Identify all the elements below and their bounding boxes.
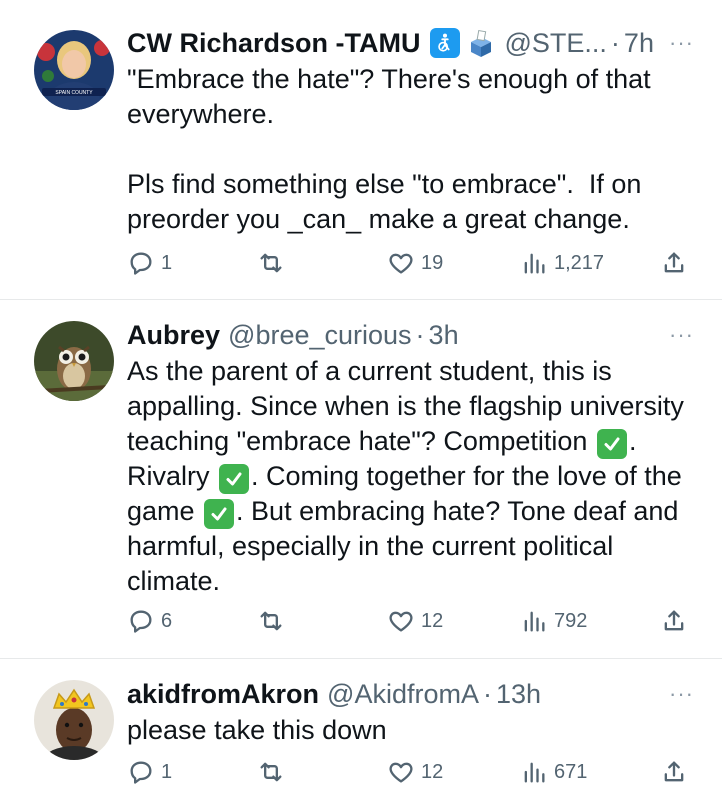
display-name[interactable]: akidfromAkron — [127, 679, 319, 710]
user-handle[interactable]: @AkidfromA — [327, 679, 479, 710]
check-mark-icon — [596, 429, 627, 459]
timestamp[interactable]: 3h — [429, 320, 459, 351]
retweet-button[interactable] — [257, 757, 291, 787]
display-name[interactable]: CW Richardson -TAMU — [127, 28, 420, 59]
views-count: 1,217 — [554, 251, 605, 274]
like-count: 12 — [421, 609, 444, 632]
tweet-header: Aubrey @bree_curious · 3h ··· — [127, 316, 694, 354]
share-button[interactable] — [660, 757, 688, 787]
tweet-header: CW Richardson -TAMU @STE... · 7h ··· — [127, 24, 694, 62]
share-icon — [664, 252, 684, 273]
user-handle[interactable]: @STE... — [504, 28, 606, 59]
reply-button[interactable]: 6 — [127, 606, 172, 636]
like-count: 19 — [421, 251, 444, 274]
retweet-icon — [260, 762, 282, 782]
more-icon[interactable]: ··· — [669, 30, 694, 56]
reply-count: 1 — [161, 760, 173, 783]
reply-icon — [130, 610, 152, 633]
heart-icon — [389, 762, 413, 783]
heart-icon — [389, 611, 413, 632]
timestamp[interactable]: 13h — [496, 679, 541, 710]
tweet-text: please take this down — [127, 715, 387, 745]
retweet-button[interactable] — [257, 606, 291, 636]
share-button[interactable] — [660, 248, 688, 278]
like-button[interactable]: 12 — [387, 606, 443, 636]
timestamp[interactable]: 7h — [624, 28, 654, 59]
tweet-2[interactable]: Aubrey @bree_curious · 3h ··· As the par… — [0, 300, 722, 659]
more-icon[interactable]: ··· — [669, 681, 694, 707]
retweet-button[interactable] — [257, 248, 291, 278]
views-button[interactable]: 792 — [520, 606, 587, 636]
share-icon — [664, 610, 684, 631]
avatar-cw-richardson[interactable]: SPAIN COUNTY — [34, 30, 114, 110]
views-icon — [524, 611, 545, 632]
tweet-actions: 1 12 671 — [127, 757, 697, 787]
tweet-header: akidfromAkron @AkidfromA · 13h ··· — [127, 675, 694, 713]
ballot-box-icon — [466, 28, 496, 58]
heart-icon — [389, 253, 413, 274]
avatar-image — [34, 321, 114, 401]
like-count: 12 — [421, 760, 444, 783]
separator-dot: · — [610, 27, 620, 58]
retweet-icon — [260, 253, 282, 273]
share-button[interactable] — [660, 606, 688, 636]
views-count: 792 — [554, 609, 588, 632]
check-mark-icon — [219, 464, 250, 494]
reply-count: 1 — [161, 251, 173, 274]
more-icon[interactable]: ··· — [669, 322, 694, 348]
avatar-aubrey[interactable] — [34, 321, 114, 401]
reply-count: 6 — [161, 609, 173, 632]
avatar-image — [34, 680, 114, 760]
tweet-text: As the parent of a current student, this… — [127, 354, 694, 599]
tweet-3[interactable]: akidfromAkron @AkidfromA · 13h ··· pleas… — [0, 659, 722, 800]
user-handle[interactable]: @bree_curious — [228, 320, 412, 351]
separator-dot: · — [483, 678, 492, 709]
reply-icon — [130, 761, 152, 784]
views-icon — [524, 762, 545, 783]
reply-button[interactable]: 1 — [127, 248, 172, 278]
display-name[interactable]: Aubrey — [127, 320, 220, 351]
avatar-akidfromakron[interactable] — [34, 680, 114, 760]
like-button[interactable]: 19 — [387, 248, 443, 278]
avatar-image: SPAIN COUNTY — [34, 30, 114, 110]
tweet-actions: 1 19 1,217 — [127, 248, 697, 278]
tweet-text: "Embrace the hate"? There's enough of th… — [127, 64, 651, 234]
reply-icon — [130, 252, 152, 275]
tweet-actions: 6 12 792 — [127, 606, 697, 636]
views-button[interactable]: 671 — [520, 757, 587, 787]
views-button[interactable]: 1,217 — [520, 248, 604, 278]
tweet-1[interactable]: SPAIN COUNTY CW Richardson -TAMU @STE...… — [0, 0, 722, 300]
share-icon — [664, 761, 684, 782]
views-count: 671 — [554, 760, 588, 783]
separator-dot: · — [415, 319, 425, 350]
avatar-label: SPAIN COUNTY — [55, 90, 93, 96]
retweet-icon — [260, 611, 282, 631]
views-icon — [524, 253, 545, 274]
reply-button[interactable]: 1 — [127, 757, 172, 787]
check-mark-icon — [204, 499, 235, 529]
like-button[interactable]: 12 — [387, 757, 443, 787]
accessibility-badge-icon — [430, 28, 461, 58]
